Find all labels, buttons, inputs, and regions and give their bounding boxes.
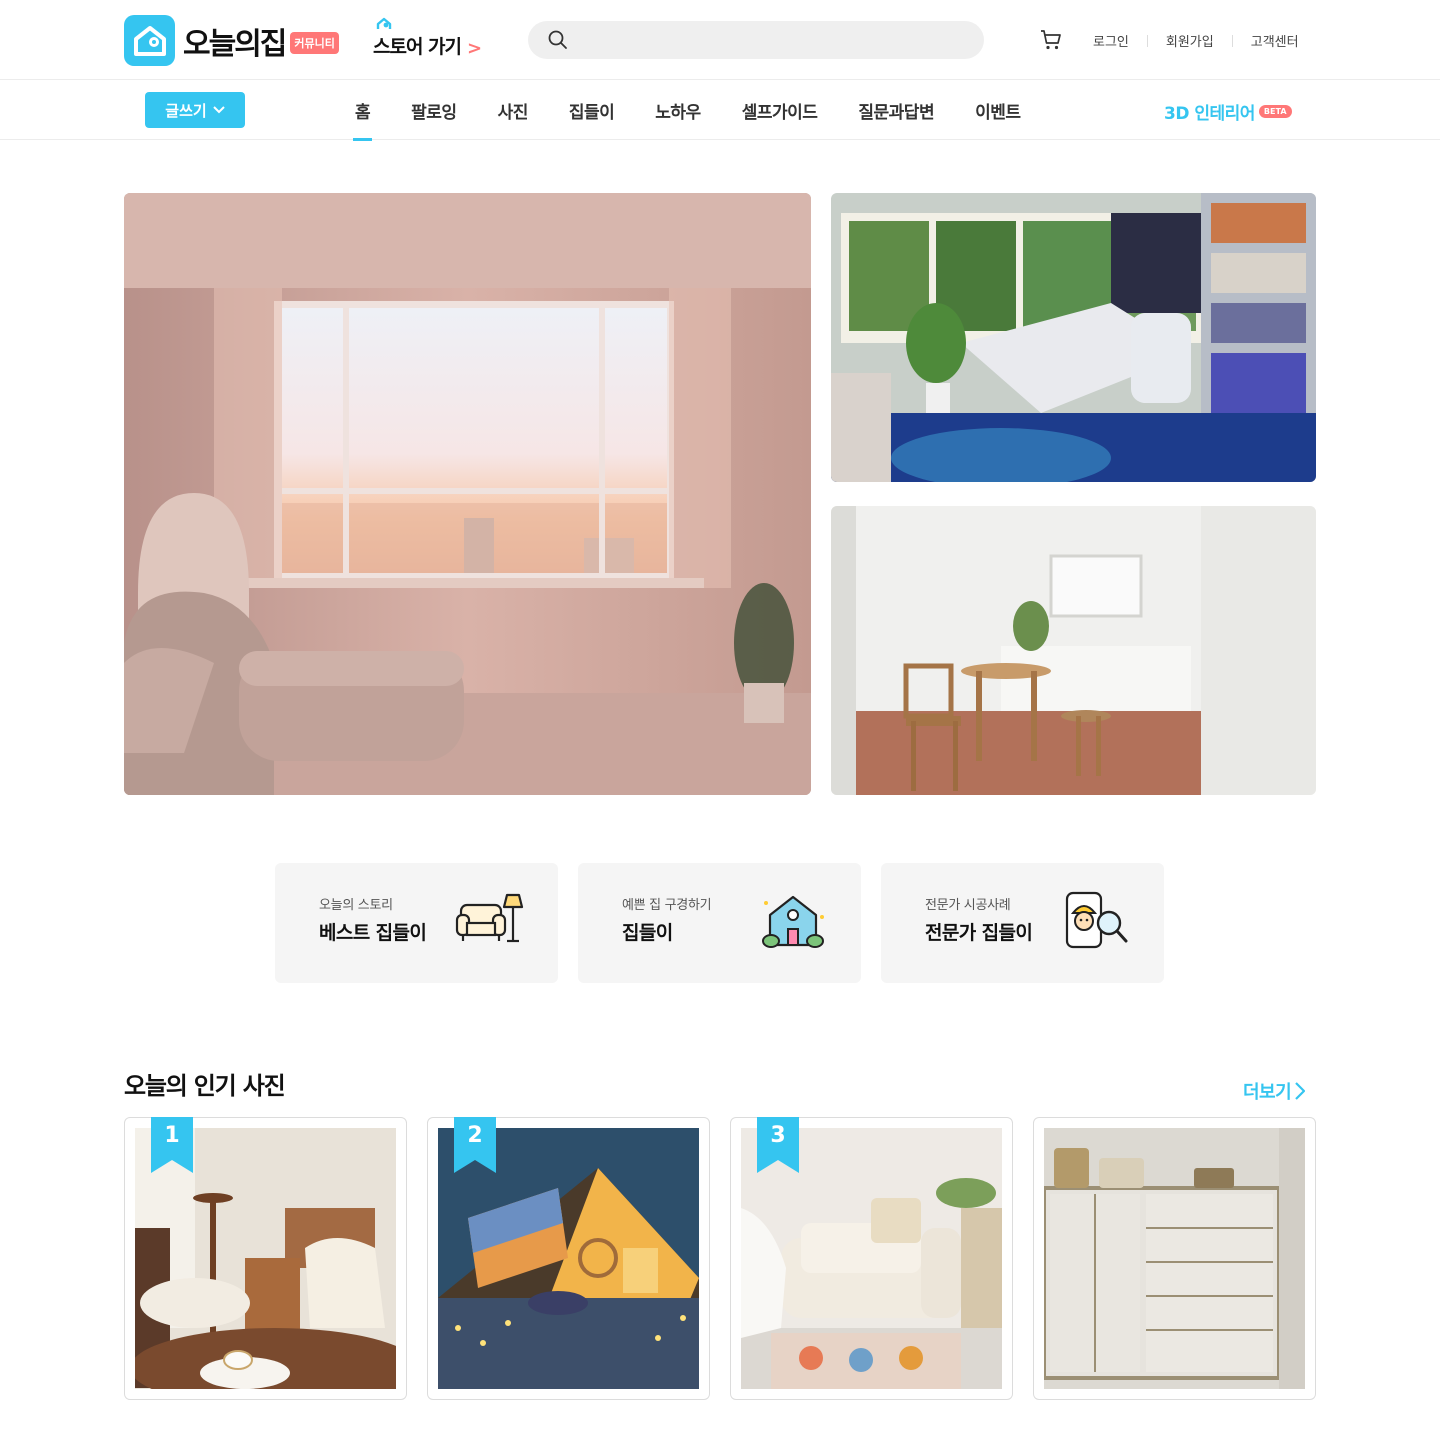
logo[interactable]: 오늘의집 커뮤니티 — [124, 15, 339, 66]
category-expert-housewarming[interactable]: 전문가 시공사례 전문가 집들이 — [881, 863, 1164, 983]
expert-search-icon — [1065, 891, 1128, 949]
popular-photo-card[interactable]: 3 — [730, 1117, 1013, 1400]
tab-qna[interactable]: 질문과답변 — [856, 81, 936, 140]
rank-badge: 2 — [454, 1117, 496, 1173]
more-link[interactable]: 더보기 — [1243, 1078, 1306, 1104]
popular-photo-card[interactable] — [1033, 1117, 1316, 1400]
store-link[interactable]: 스토어 가기 > — [373, 17, 482, 59]
rank-number: 3 — [770, 1123, 786, 1148]
tab-self-guide[interactable]: 셀프가이드 — [740, 81, 820, 140]
rank-number: 2 — [467, 1123, 483, 1148]
community-badge: 커뮤니티 — [290, 31, 339, 54]
store-link-label: 스토어 가기 — [373, 36, 462, 58]
category-title: 전문가 집들이 — [925, 922, 1033, 944]
store-house-icon — [376, 17, 392, 29]
tab-home[interactable]: 홈 — [353, 81, 373, 141]
hero-side-image-bottom[interactable] — [831, 506, 1316, 795]
cart-icon[interactable] — [1040, 29, 1062, 51]
category-subtitle: 예쁜 집 구경하기 — [622, 898, 712, 913]
3d-interior-link[interactable]: 3D 인테리어 BETA — [1164, 97, 1292, 125]
tab-knowhow[interactable]: 노하우 — [653, 81, 702, 140]
tab-housewarming[interactable]: 집들이 — [567, 81, 616, 140]
logo-text: 오늘의집 — [183, 26, 287, 62]
category-subtitle: 전문가 시공사례 — [925, 898, 1011, 913]
search-icon — [548, 30, 567, 49]
popular-photo-card[interactable]: 2 — [427, 1117, 710, 1400]
customer-center-link[interactable]: 고객센터 — [1251, 31, 1299, 50]
nav-tabs: 홈 팔로잉 사진 집들이 노하우 셀프가이드 질문과답변 이벤트 — [353, 81, 1060, 141]
divider — [1146, 34, 1148, 47]
house-logo-icon — [124, 15, 175, 66]
hero-main-image[interactable] — [124, 193, 811, 795]
popular-photos-title: 오늘의 인기 사진 — [124, 1072, 286, 1100]
hero-side-image-top[interactable] — [831, 193, 1316, 482]
category-title: 베스트 집들이 — [319, 922, 427, 944]
top-header: 오늘의집 커뮤니티 스토어 가기 > 로그인 회원가입 고객센터 — [0, 0, 1440, 80]
search-bar[interactable] — [528, 21, 984, 59]
category-best-housewarming[interactable]: 오늘의 스토리 베스트 집들이 — [275, 863, 558, 983]
divider — [1231, 34, 1233, 47]
tab-events[interactable]: 이벤트 — [973, 81, 1022, 140]
search-input[interactable] — [580, 21, 970, 59]
category-housewarming[interactable]: 예쁜 집 구경하기 집들이 — [578, 863, 861, 983]
category-subtitle: 오늘의 스토리 — [319, 898, 393, 913]
tab-following[interactable]: 팔로잉 — [409, 81, 458, 140]
utility-links: 로그인 회원가입 고객센터 — [1093, 31, 1299, 50]
house-icon — [762, 895, 824, 948]
login-link[interactable]: 로그인 — [1093, 31, 1129, 50]
rank-badge: 1 — [151, 1117, 193, 1173]
chevron-right-icon: > — [467, 38, 483, 59]
signup-link[interactable]: 회원가입 — [1166, 31, 1214, 50]
rank-number: 1 — [164, 1123, 180, 1148]
popular-photo-card[interactable]: 1 — [124, 1117, 407, 1400]
chevron-down-icon — [212, 106, 225, 114]
category-title: 집들이 — [622, 922, 673, 944]
chevron-right-icon — [1295, 1082, 1306, 1100]
tab-photos[interactable]: 사진 — [496, 81, 530, 140]
write-button[interactable]: 글쓰기 — [145, 92, 245, 128]
rank-badge: 3 — [757, 1117, 799, 1173]
sofa-lamp-icon — [455, 893, 524, 943]
write-button-label: 글쓰기 — [165, 101, 207, 120]
community-nav: 글쓰기 홈 팔로잉 사진 집들이 노하우 셀프가이드 질문과답변 이벤트 3D … — [0, 81, 1440, 141]
more-link-label: 더보기 — [1243, 1082, 1292, 1103]
beta-badge: BETA — [1258, 104, 1292, 118]
3d-interior-label: 3D 인테리어 — [1164, 103, 1255, 124]
popular-photo — [1044, 1128, 1305, 1389]
